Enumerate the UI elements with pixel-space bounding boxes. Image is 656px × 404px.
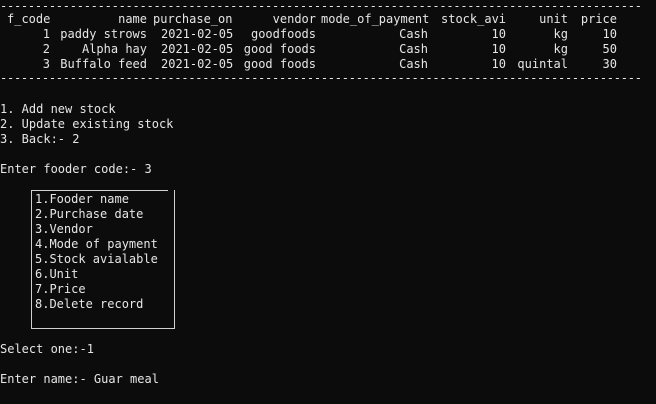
table-row-2-name: Alpha hay bbox=[81, 42, 147, 56]
header-vendor: vendor bbox=[272, 12, 316, 26]
header-price: price bbox=[580, 12, 617, 26]
header-name: name bbox=[118, 12, 147, 26]
edit-menu-item-purchase-date: 2.Purchase date bbox=[35, 207, 144, 221]
table-row-2-price: 50 bbox=[602, 42, 617, 56]
edit-menu-item-stock-available: 5.Stock avialable bbox=[35, 252, 158, 266]
edit-menu-item-mode-of-payment: 4.Mode of payment bbox=[35, 237, 158, 251]
menu-option-back: 3. Back:- 2 bbox=[0, 132, 80, 146]
menu-option-add-stock: 1. Add new stock bbox=[0, 102, 116, 116]
edit-menu-item-fooder-name: 1.Fooder name bbox=[35, 192, 129, 206]
table-row-2-stock: 10 bbox=[491, 42, 506, 56]
table-row-1-payment: Cash bbox=[399, 27, 428, 41]
menu-option-update-stock: 2. Update existing stock bbox=[0, 117, 174, 131]
table-row-3-code: 3 bbox=[42, 57, 50, 71]
table-row-3-vendor: good foods bbox=[243, 57, 316, 71]
bottom-separator: ----------------------------------------… bbox=[0, 72, 642, 84]
table-row-3-name: Buffalo feed bbox=[60, 57, 147, 71]
edit-menu-item-price: 7.Price bbox=[35, 282, 86, 296]
prompt-fooder-code: Enter fooder code:- 3 bbox=[0, 162, 152, 176]
table-row-1-stock: 10 bbox=[491, 27, 506, 41]
table-row-1-unit: kg bbox=[553, 27, 568, 41]
top-separator: ----------------------------------------… bbox=[0, 0, 642, 12]
prompt-select-one: Select one:-1 bbox=[0, 342, 94, 356]
table-row-1-name: paddy strows bbox=[60, 27, 147, 41]
table-row-2-payment: Cash bbox=[399, 42, 428, 56]
table-row-3-stock: 10 bbox=[491, 57, 506, 71]
header-unit: unit bbox=[539, 12, 568, 26]
prompt-enter-name[interactable]: Enter name:- Guar meal bbox=[0, 372, 159, 387]
table-row-3-payment: Cash bbox=[399, 57, 428, 71]
table-row-1-price: 10 bbox=[602, 27, 617, 41]
table-row-1-date: 2021-02-05 bbox=[161, 27, 234, 41]
header-purchase-on: purchase_on bbox=[153, 12, 233, 26]
edit-menu-item-vendor: 3.Vendor bbox=[35, 222, 93, 236]
table-row-3-unit: quintal bbox=[517, 57, 568, 71]
table-row-3-price: 30 bbox=[602, 57, 617, 71]
edit-menu-item-unit: 6.Unit bbox=[35, 267, 79, 281]
table-row-2-date: 2021-02-05 bbox=[161, 42, 234, 56]
table-row-3-date: 2021-02-05 bbox=[161, 57, 234, 71]
header-mode-of-payment: mode_of_payment bbox=[321, 12, 430, 26]
table-row-2-code: 2 bbox=[42, 42, 50, 56]
table-row-2-vendor: good foods bbox=[243, 42, 316, 56]
table-row-1-vendor: goodfoods bbox=[250, 27, 316, 41]
table-row-2-unit: kg bbox=[553, 42, 568, 56]
edit-menu-item-delete-record: 8.Delete record bbox=[35, 297, 144, 311]
header-stock-avi: stock_avi bbox=[441, 12, 507, 26]
table-row-1-code: 1 bbox=[42, 27, 50, 41]
header-f-code: f_code bbox=[7, 12, 51, 26]
